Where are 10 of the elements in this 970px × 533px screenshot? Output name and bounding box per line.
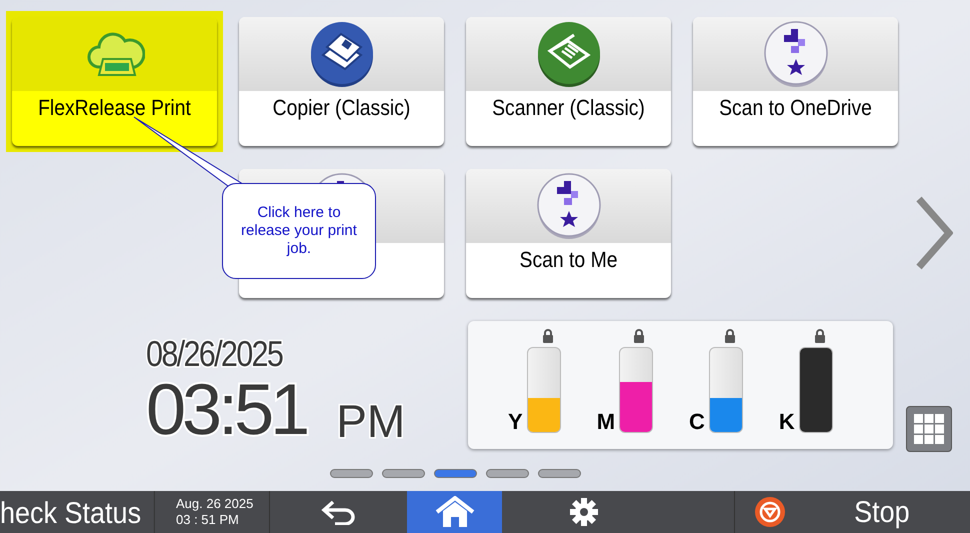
clock-ampm: PM [336, 398, 406, 444]
status-time: 03 : 51 PM [176, 512, 240, 528]
status-date: Aug. 26 2025 [176, 496, 254, 512]
clock-time: 03:51 [146, 374, 306, 446]
toner-label: K [778, 411, 795, 433]
clock-date: 08/26/2025 [146, 336, 284, 372]
toner-label: M [596, 411, 616, 433]
toner-label: C [689, 411, 705, 433]
toner-label: Y [508, 411, 523, 433]
callout-text: Click here to release your print job. [240, 204, 358, 258]
